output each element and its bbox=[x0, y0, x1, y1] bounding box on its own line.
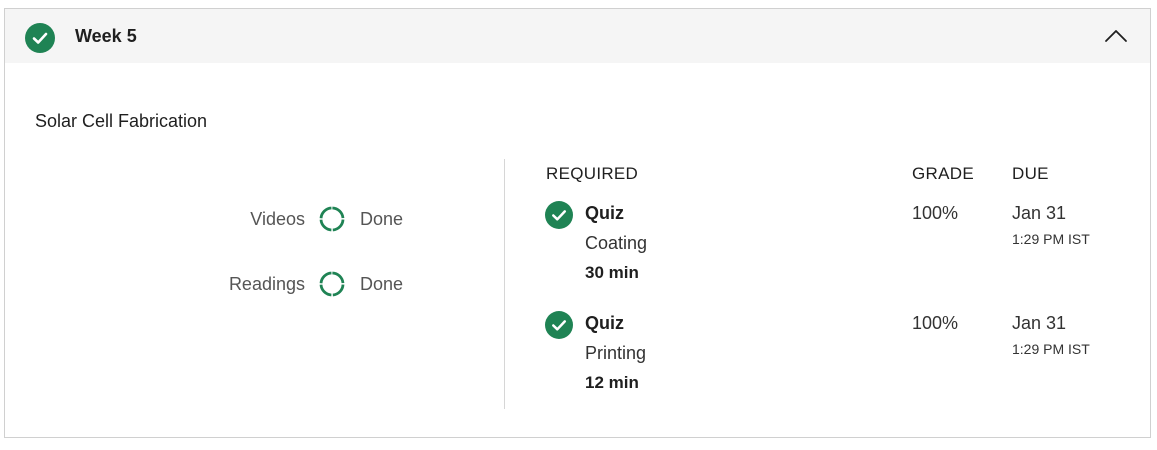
collapse-button[interactable] bbox=[1101, 23, 1131, 49]
item-due-time: 1:29 PM IST bbox=[1012, 341, 1090, 357]
item-grade: 100% bbox=[912, 203, 959, 223]
week-title: Week 5 bbox=[75, 26, 137, 46]
item-grade: 100% bbox=[912, 313, 959, 333]
progress-ring-icon bbox=[319, 271, 345, 297]
summary-readings: Readings Done bbox=[5, 270, 485, 300]
column-header-due: DUE bbox=[1012, 164, 1049, 183]
progress-ring-icon bbox=[319, 206, 345, 232]
item-due-date: Jan 31 bbox=[1012, 313, 1067, 333]
item-duration: 12 min bbox=[585, 373, 639, 392]
week-header[interactable]: Week 5 bbox=[5, 9, 1150, 63]
summary-videos: Videos Done bbox=[5, 205, 485, 235]
check-circle-icon bbox=[545, 311, 573, 339]
check-circle-icon bbox=[25, 23, 55, 53]
item-type[interactable]: Quiz bbox=[585, 313, 624, 334]
item-duration: 30 min bbox=[585, 263, 639, 282]
summary-status: Done bbox=[360, 209, 404, 229]
item-due-date: Jan 31 bbox=[1012, 203, 1067, 223]
chevron-up-icon bbox=[1105, 30, 1127, 42]
column-header-grade: GRADE bbox=[912, 164, 974, 183]
section-title: Solar Cell Fabrication bbox=[35, 111, 208, 131]
column-header-required: REQUIRED bbox=[546, 164, 639, 183]
list-item[interactable]: Quiz Printing 12 min 100% Jan 31 1:29 PM… bbox=[545, 311, 1135, 401]
summary-status: Done bbox=[360, 274, 404, 294]
summary-label: Videos bbox=[250, 209, 305, 229]
summary-label: Readings bbox=[228, 274, 305, 294]
week-module-card: Week 5 Solar Cell Fabrication Videos Don… bbox=[4, 8, 1151, 438]
item-due-time: 1:29 PM IST bbox=[1012, 231, 1090, 247]
item-name[interactable]: Printing bbox=[585, 343, 646, 364]
item-type[interactable]: Quiz bbox=[585, 203, 624, 224]
item-name[interactable]: Coating bbox=[585, 233, 647, 254]
column-divider bbox=[504, 159, 505, 409]
list-item[interactable]: Quiz Coating 30 min 100% Jan 31 1:29 PM … bbox=[545, 201, 1135, 291]
check-circle-icon bbox=[545, 201, 573, 229]
